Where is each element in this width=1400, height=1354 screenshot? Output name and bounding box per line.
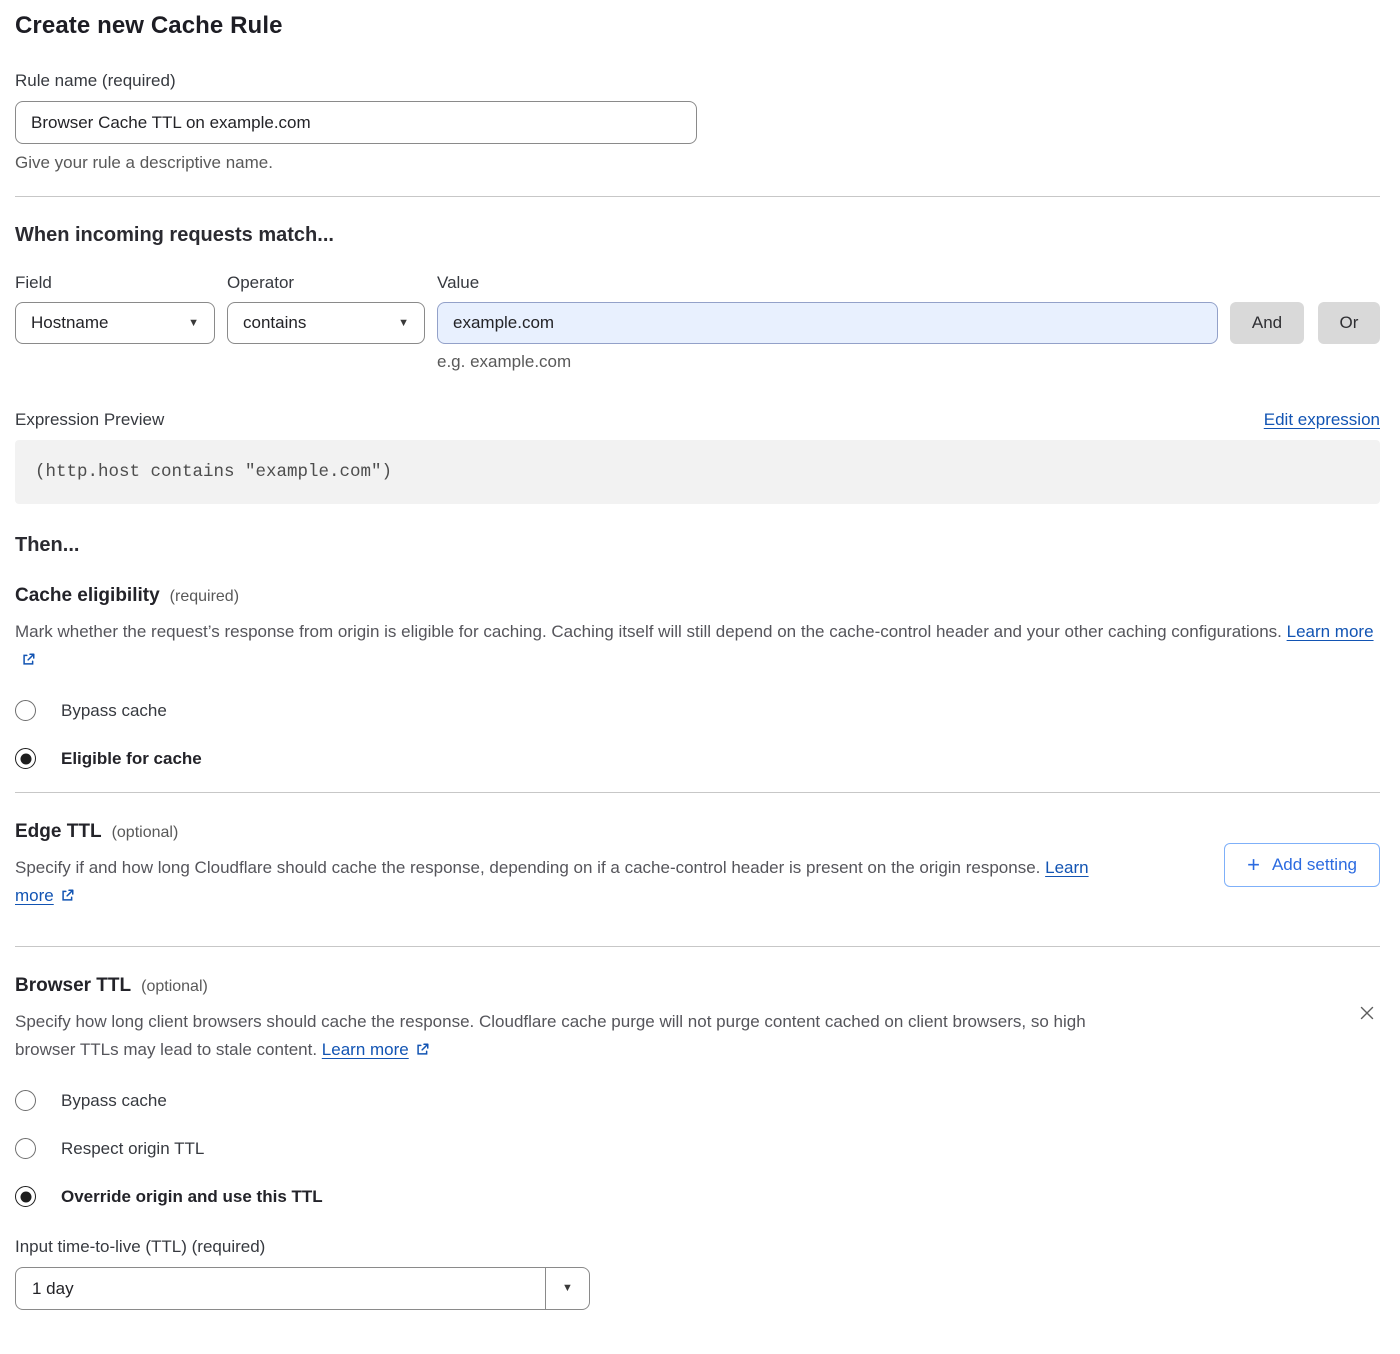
chevron-down-icon: ▼ xyxy=(398,318,409,329)
create-cache-rule-form: Create new Cache Rule Rule name (require… xyxy=(0,0,1400,1330)
external-link-icon xyxy=(415,1042,430,1061)
browser-ttl-section: Browser TTL (optional) Specify how long … xyxy=(15,975,1380,1310)
browser-ttl-options: Bypass cache Respect origin TTL Override… xyxy=(15,1090,1380,1207)
description-text: Mark whether the request’s response from… xyxy=(15,622,1282,641)
learn-more-link[interactable]: Learn more xyxy=(322,1040,409,1059)
learn-more-link[interactable]: Learn more xyxy=(1287,622,1374,641)
then-heading: Then... xyxy=(15,534,1380,557)
ttl-select-arrow-button[interactable]: ▼ xyxy=(545,1268,589,1309)
and-button[interactable]: And xyxy=(1230,302,1304,344)
or-button[interactable]: Or xyxy=(1318,302,1380,344)
radio-circle-icon xyxy=(15,1090,36,1111)
value-example-help: e.g. example.com xyxy=(437,352,1380,372)
cache-eligibility-title: Cache eligibility xyxy=(15,585,160,607)
expression-preview-row: Expression Preview Edit expression xyxy=(15,410,1380,430)
page-title: Create new Cache Rule xyxy=(15,12,1380,40)
radio-label: Override origin and use this TTL xyxy=(61,1187,323,1207)
add-setting-button[interactable]: + Add setting xyxy=(1224,843,1380,887)
external-link-icon xyxy=(21,652,36,671)
cache-eligibility-section: Cache eligibility (required) Mark whethe… xyxy=(15,585,1380,769)
ttl-select-value: 1 day xyxy=(16,1268,545,1309)
radio-bypass-cache[interactable]: Bypass cache xyxy=(15,700,167,721)
required-tag: (required) xyxy=(170,588,239,606)
edit-expression-link[interactable]: Edit expression xyxy=(1264,410,1380,430)
expression-preview-label: Expression Preview xyxy=(15,410,164,430)
operator-select[interactable]: contains ▼ xyxy=(227,302,425,344)
section-divider xyxy=(15,792,1380,793)
field-select[interactable]: Hostname ▼ xyxy=(15,302,215,344)
rule-name-input[interactable] xyxy=(15,101,697,144)
radio-label: Eligible for cache xyxy=(61,749,202,769)
plus-icon: + xyxy=(1247,854,1260,876)
rule-name-help: Give your rule a descriptive name. xyxy=(15,153,1380,173)
value-input-wrap xyxy=(437,302,1218,344)
radio-label: Respect origin TTL xyxy=(61,1139,204,1159)
rule-name-label: Rule name (required) xyxy=(15,71,1380,91)
value-input[interactable] xyxy=(437,302,1218,344)
operator-column-label: Operator xyxy=(227,273,425,293)
chevron-down-icon: ▼ xyxy=(188,318,199,329)
radio-eligible-for-cache[interactable]: Eligible for cache xyxy=(15,748,202,769)
ttl-select[interactable]: 1 day ▼ xyxy=(15,1267,590,1310)
operator-select-value: contains xyxy=(243,313,306,333)
radio-circle-checked-icon xyxy=(15,748,36,769)
edge-ttl-section: Edge TTL (optional) + Add setting Specif… xyxy=(15,821,1380,912)
chevron-down-icon: ▼ xyxy=(562,1283,573,1294)
radio-respect-origin-ttl[interactable]: Respect origin TTL xyxy=(15,1138,204,1159)
add-setting-label: Add setting xyxy=(1272,855,1357,875)
external-link-icon xyxy=(60,888,75,907)
description-text: Specify how long client browsers should … xyxy=(15,1012,1086,1059)
edge-ttl-description: Specify if and how long Cloudflare shoul… xyxy=(15,854,1120,912)
section-divider xyxy=(15,196,1380,197)
field-select-value: Hostname xyxy=(31,313,108,333)
match-heading: When incoming requests match... xyxy=(15,224,1380,247)
radio-circle-icon xyxy=(15,1138,36,1159)
radio-label: Bypass cache xyxy=(61,1091,167,1111)
edge-ttl-title: Edge TTL xyxy=(15,821,102,843)
cache-eligibility-options: Bypass cache Eligible for cache xyxy=(15,700,1380,769)
optional-tag: (optional) xyxy=(112,824,179,842)
description-text: Specify if and how long Cloudflare shoul… xyxy=(15,858,1040,877)
field-column-label: Field xyxy=(15,273,215,293)
browser-ttl-title: Browser TTL xyxy=(15,975,131,997)
close-icon[interactable] xyxy=(1356,1003,1378,1025)
ttl-input-label: Input time-to-live (TTL) (required) xyxy=(15,1237,1380,1257)
optional-tag: (optional) xyxy=(141,978,208,996)
cache-eligibility-description: Mark whether the request’s response from… xyxy=(15,618,1380,676)
radio-override-origin-ttl[interactable]: Override origin and use this TTL xyxy=(15,1186,323,1207)
radio-circle-checked-icon xyxy=(15,1186,36,1207)
match-column-labels: Field Operator Value xyxy=(15,273,1380,293)
browser-ttl-description: Specify how long client browsers should … xyxy=(15,1008,1120,1066)
radio-circle-icon xyxy=(15,700,36,721)
expression-code-block: (http.host contains "example.com") xyxy=(15,440,1380,504)
section-divider xyxy=(15,946,1380,947)
value-column-label: Value xyxy=(437,273,1380,293)
radio-label: Bypass cache xyxy=(61,701,167,721)
match-condition-row: Hostname ▼ contains ▼ And Or xyxy=(15,302,1380,344)
radio-bypass-cache[interactable]: Bypass cache xyxy=(15,1090,167,1111)
